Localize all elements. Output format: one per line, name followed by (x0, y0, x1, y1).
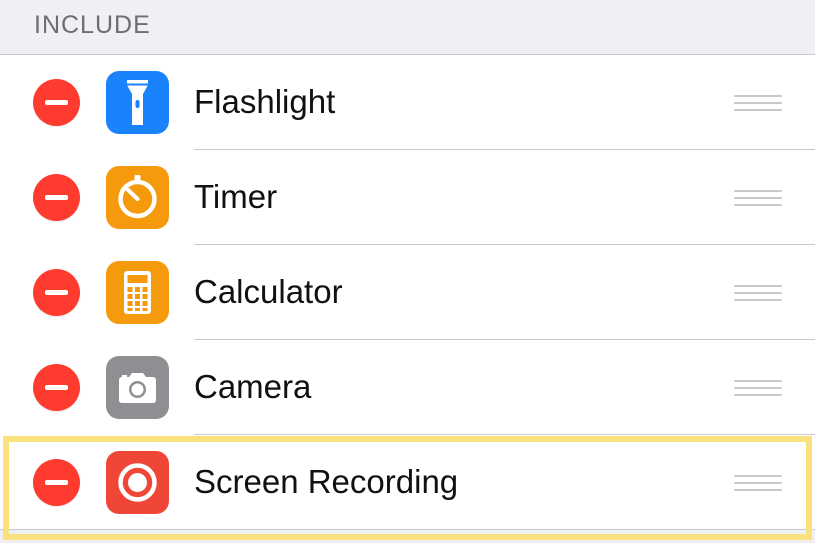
reorder-handle[interactable] (734, 95, 782, 111)
camera-icon (106, 356, 169, 419)
section-header: INCLUDE (0, 0, 815, 54)
list-item-timer: Timer (0, 150, 815, 245)
reorder-handle[interactable] (734, 190, 782, 206)
item-label: Flashlight (194, 83, 336, 120)
delete-button[interactable] (33, 174, 80, 221)
flashlight-icon (106, 71, 169, 134)
reorder-handle[interactable] (734, 285, 782, 301)
item-label: Screen Recording (194, 463, 459, 500)
delete-button[interactable] (33, 269, 80, 316)
section-title: INCLUDE (34, 11, 151, 39)
delete-button[interactable] (33, 364, 80, 411)
list-item-screen-recording: Screen Recording (0, 435, 815, 530)
list-item-calculator: Calculator (0, 245, 815, 340)
reorder-handle[interactable] (734, 380, 782, 396)
item-label: Calculator (194, 273, 343, 310)
reorder-handle[interactable] (734, 475, 782, 491)
delete-button[interactable] (33, 459, 80, 506)
item-label: Timer (194, 178, 278, 215)
list-item-camera: Camera (0, 340, 815, 435)
screen-recording-icon (106, 451, 169, 514)
item-label: Camera (194, 368, 312, 405)
calculator-icon (106, 261, 169, 324)
list-item-flashlight: Flashlight (0, 55, 815, 150)
timer-icon (106, 166, 169, 229)
controls-list: Flashlight Timer Calculator Camera Scree… (0, 54, 815, 530)
delete-button[interactable] (33, 79, 80, 126)
